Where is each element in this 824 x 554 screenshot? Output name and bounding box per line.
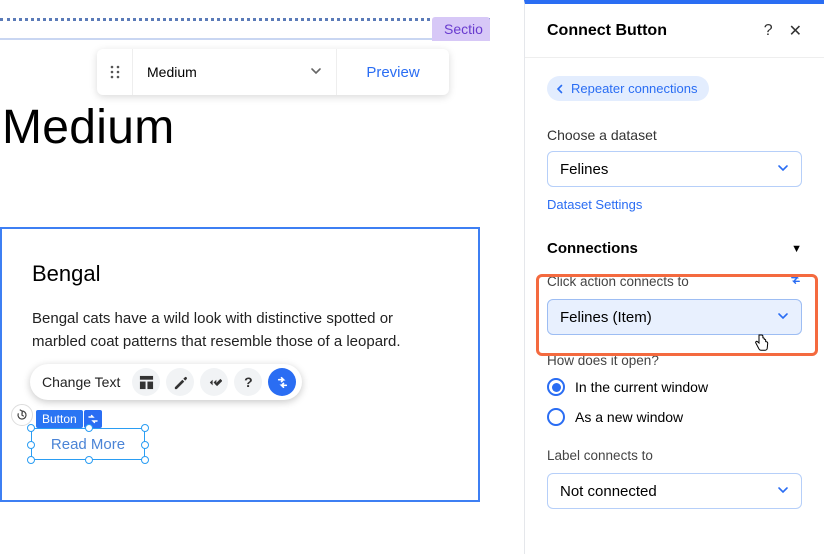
button-text: Read More [51, 436, 125, 453]
open-new-window-option[interactable]: As a new window [547, 408, 802, 426]
resize-handle[interactable] [27, 424, 35, 432]
resize-handle[interactable] [141, 456, 149, 464]
history-icon[interactable] [11, 404, 33, 426]
editor-canvas: Sectio Medium Preview Medium Bengal Beng… [0, 0, 518, 554]
resize-handle[interactable] [85, 456, 93, 464]
resize-handle[interactable] [85, 424, 93, 432]
repeater-item-select[interactable]: Medium [133, 49, 337, 95]
chevron-down-icon [777, 309, 789, 326]
section-label[interactable]: Sectio [432, 17, 490, 41]
label-connects-block: Label connects to Not connected [547, 448, 802, 509]
resize-handle[interactable] [141, 441, 149, 449]
layout-icon[interactable] [132, 368, 160, 396]
drag-handle-icon[interactable] [97, 49, 133, 95]
radio-unchecked-icon [547, 408, 565, 426]
repeater-item-label: Medium [147, 64, 197, 80]
read-more-button[interactable]: Read More [31, 428, 145, 460]
element-action-toolbar: Change Text ? [30, 364, 302, 400]
label-connects-select[interactable]: Not connected [547, 473, 802, 509]
connections-header-label: Connections [547, 240, 638, 257]
label-connects-label: Label connects to [547, 448, 653, 463]
click-action-label: Click action connects to [547, 274, 689, 289]
how-open-block: How does it open? In the current window … [547, 353, 802, 426]
open-current-label: In the current window [575, 379, 708, 395]
panel-body: Repeater connections Choose a dataset Fe… [525, 58, 824, 509]
dataset-select[interactable]: Felines [547, 151, 802, 187]
dataset-selected-value: Felines [560, 161, 608, 178]
close-icon[interactable]: ✕ [789, 21, 802, 41]
design-icon[interactable] [166, 368, 194, 396]
click-action-value: Felines (Item) [560, 309, 652, 326]
back-to-repeater-connections[interactable]: Repeater connections [547, 76, 709, 101]
help-icon[interactable]: ? [764, 22, 773, 40]
chevron-down-icon [777, 483, 789, 500]
swap-icon[interactable] [789, 273, 802, 289]
connect-data-icon[interactable] [268, 368, 296, 396]
repeater-toolbar: Medium Preview [97, 49, 449, 95]
open-current-window-option[interactable]: In the current window [547, 378, 802, 396]
card-body-text: Bengal cats have a wild look with distin… [32, 307, 432, 354]
resize-handle[interactable] [27, 456, 35, 464]
connections-section-header[interactable]: Connections ▼ [547, 240, 802, 257]
open-new-label: As a new window [575, 409, 683, 425]
card-title: Bengal [32, 261, 448, 287]
page-heading: Medium [2, 100, 175, 155]
click-action-block: Click action connects to Felines (Item) [547, 273, 802, 335]
element-type-chip[interactable]: Button [36, 410, 83, 428]
help-icon[interactable]: ? [234, 368, 262, 396]
choose-dataset-label: Choose a dataset [547, 127, 802, 143]
how-open-label: How does it open? [547, 353, 659, 368]
connect-panel: Connect Button ? ✕ Repeater connections … [524, 0, 824, 554]
dataset-settings-link[interactable]: Dataset Settings [547, 197, 642, 212]
resize-handle[interactable] [27, 441, 35, 449]
label-connects-value: Not connected [560, 483, 657, 500]
preview-button[interactable]: Preview [337, 49, 449, 95]
panel-title: Connect Button [547, 22, 667, 40]
section-divider [0, 18, 490, 40]
triangle-down-icon: ▼ [791, 243, 802, 255]
panel-header: Connect Button ? ✕ [525, 4, 824, 58]
back-label: Repeater connections [571, 81, 697, 96]
chevron-down-icon [310, 64, 322, 80]
animation-icon[interactable] [200, 368, 228, 396]
click-action-select[interactable]: Felines (Item) [547, 299, 802, 335]
chevron-down-icon [777, 161, 789, 178]
resize-handle[interactable] [141, 424, 149, 432]
radio-checked-icon [547, 378, 565, 396]
change-text-button[interactable]: Change Text [36, 374, 126, 390]
